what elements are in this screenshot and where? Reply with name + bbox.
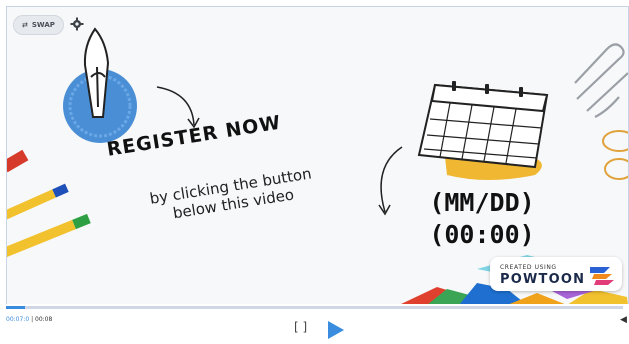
video-frame[interactable]: ⇄ SWAP REGISTER NOW by clicking the butt…	[6, 6, 629, 306]
play-button[interactable]	[325, 320, 345, 340]
powtoon-badge[interactable]: CREATED USING POWTOON	[490, 257, 622, 291]
date-line: (MM/DD)	[429, 188, 535, 217]
date-placeholder: (MM/DD) (00:00)	[407, 187, 557, 251]
powtoon-logo-icon	[590, 267, 614, 285]
time-line: (00:00)	[429, 220, 535, 249]
progress-bar[interactable]	[6, 306, 623, 309]
rubber-bands	[602, 130, 628, 180]
duration: 00:08	[35, 316, 53, 323]
current-time: 00:07:0	[6, 316, 30, 323]
time-display: 00:07:0 | 00:08	[6, 316, 52, 323]
play-icon	[328, 321, 344, 339]
fullscreen-button[interactable]: [ ]	[294, 320, 307, 334]
volume-icon: ◀	[620, 315, 627, 325]
created-using-label: CREATED USING	[500, 264, 557, 271]
powtoon-name: POWTOON	[500, 272, 586, 287]
paper-clips	[574, 43, 628, 118]
markers	[7, 149, 91, 260]
progress-fill	[6, 306, 25, 309]
calendar-illustration	[417, 81, 549, 169]
fullscreen-icon: [ ]	[294, 320, 308, 334]
volume-button[interactable]: ◀	[620, 315, 627, 325]
curved-arrow-right	[380, 146, 403, 213]
player-control-bar	[0, 304, 629, 341]
